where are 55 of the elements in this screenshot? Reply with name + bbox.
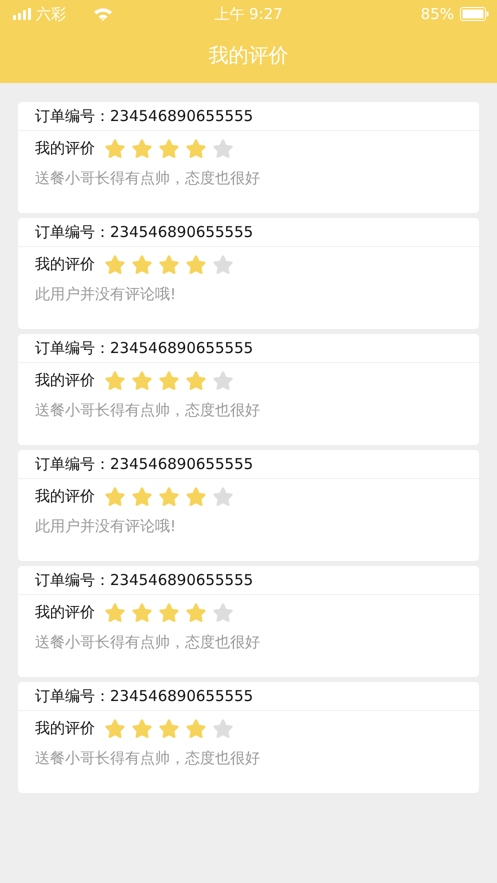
rating-label: 我的评价	[35, 139, 95, 158]
star-icon	[213, 487, 233, 506]
rating-label: 我的评价	[35, 255, 95, 274]
carrier-name: 六彩	[36, 4, 66, 24]
star-icon	[132, 603, 152, 622]
star-icon	[159, 603, 179, 622]
review-comment: 送餐小哥长得有点帅，态度也很好	[35, 633, 260, 651]
review-comment: 此用户并没有评论哦!	[35, 517, 176, 535]
star-icon	[105, 487, 125, 506]
battery-icon	[460, 7, 489, 21]
star-icon	[132, 487, 152, 506]
star-icon	[213, 255, 233, 274]
star-icon	[159, 139, 179, 158]
star-icon	[213, 139, 233, 158]
battery-percent: 85%	[420, 5, 454, 23]
star-icon	[186, 603, 206, 622]
star-icon	[213, 371, 233, 390]
review-comment: 送餐小哥长得有点帅，态度也很好	[35, 401, 260, 419]
review-comment: 此用户并没有评论哦!	[35, 285, 176, 303]
order-number: 订单编号：234546890655555	[35, 222, 254, 242]
order-number: 订单编号：234546890655555	[35, 570, 254, 590]
rating-label: 我的评价	[35, 603, 95, 622]
star-icon	[105, 719, 125, 738]
order-number: 订单编号：234546890655555	[35, 686, 254, 706]
star-icon	[159, 371, 179, 390]
star-icon	[132, 719, 152, 738]
star-icon	[186, 255, 206, 274]
clock-time: 上午 9:27	[214, 4, 283, 24]
star-icon	[159, 255, 179, 274]
star-icon	[186, 139, 206, 158]
star-icon	[159, 719, 179, 738]
star-icon	[105, 255, 125, 274]
star-icon	[159, 487, 179, 506]
star-icon	[105, 371, 125, 390]
rating-label: 我的评价	[35, 719, 95, 738]
star-icon	[186, 487, 206, 506]
star-icon	[213, 719, 233, 738]
page-title: 我的评价	[208, 42, 288, 69]
review-comment: 送餐小哥长得有点帅，态度也很好	[35, 169, 260, 187]
star-icon	[186, 371, 206, 390]
star-icon	[132, 139, 152, 158]
star-icon	[132, 255, 152, 274]
signal-icon	[13, 8, 31, 20]
star-icon	[213, 603, 233, 622]
order-number: 订单编号：234546890655555	[35, 454, 254, 474]
wifi-icon	[93, 7, 113, 21]
star-icon	[186, 719, 206, 738]
order-number: 订单编号：234546890655555	[35, 106, 254, 126]
rating-label: 我的评价	[35, 487, 95, 506]
star-icon	[105, 603, 125, 622]
rating-label: 我的评价	[35, 371, 95, 390]
star-icon	[105, 139, 125, 158]
review-comment: 送餐小哥长得有点帅，态度也很好	[35, 749, 260, 767]
order-number: 订单编号：234546890655555	[35, 338, 254, 358]
star-icon	[132, 371, 152, 390]
